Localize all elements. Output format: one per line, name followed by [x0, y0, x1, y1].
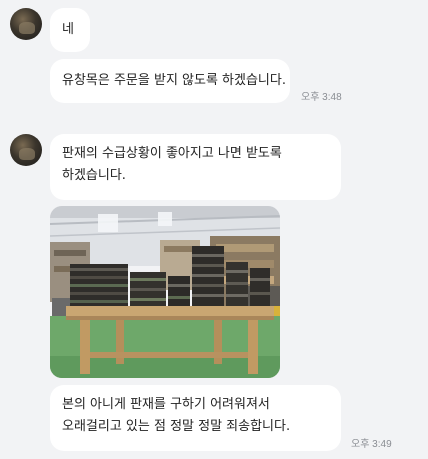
message-text: 본의 아니게 판재를 구하기 어려워져서 오래걸리고 있는 점 정말 정말 죄송… — [62, 397, 291, 434]
message-bubble[interactable]: 본의 아니게 판재를 구하기 어려워져서 오래걸리고 있는 점 정말 정말 죄송… — [50, 385, 341, 451]
sender-avatar[interactable] — [10, 8, 42, 40]
message-bubble[interactable]: 네 — [50, 8, 90, 52]
message-bubble[interactable]: 유창목은 주문을 받지 않도록 하겠습니다. — [50, 59, 290, 103]
avatar-figure-icon — [19, 148, 35, 160]
photo-attachment[interactable] — [50, 206, 280, 378]
sender-avatar[interactable] — [10, 134, 42, 166]
message-bubble[interactable]: 판재의 수급상황이 좋아지고 나면 받도록 하겠습니다. — [50, 134, 341, 200]
workshop-photo-icon — [50, 206, 280, 378]
message-text: 네 — [62, 22, 74, 37]
message-text: 판재의 수급상황이 좋아지고 나면 받도록 하겠습니다. — [62, 146, 282, 183]
message-timestamp: 오후 3:48 — [301, 92, 342, 103]
avatar-figure-icon — [19, 22, 35, 34]
message-timestamp: 오후 3:49 — [351, 439, 392, 450]
message-text: 유창목은 주문을 받지 않도록 하겠습니다. — [62, 73, 286, 88]
